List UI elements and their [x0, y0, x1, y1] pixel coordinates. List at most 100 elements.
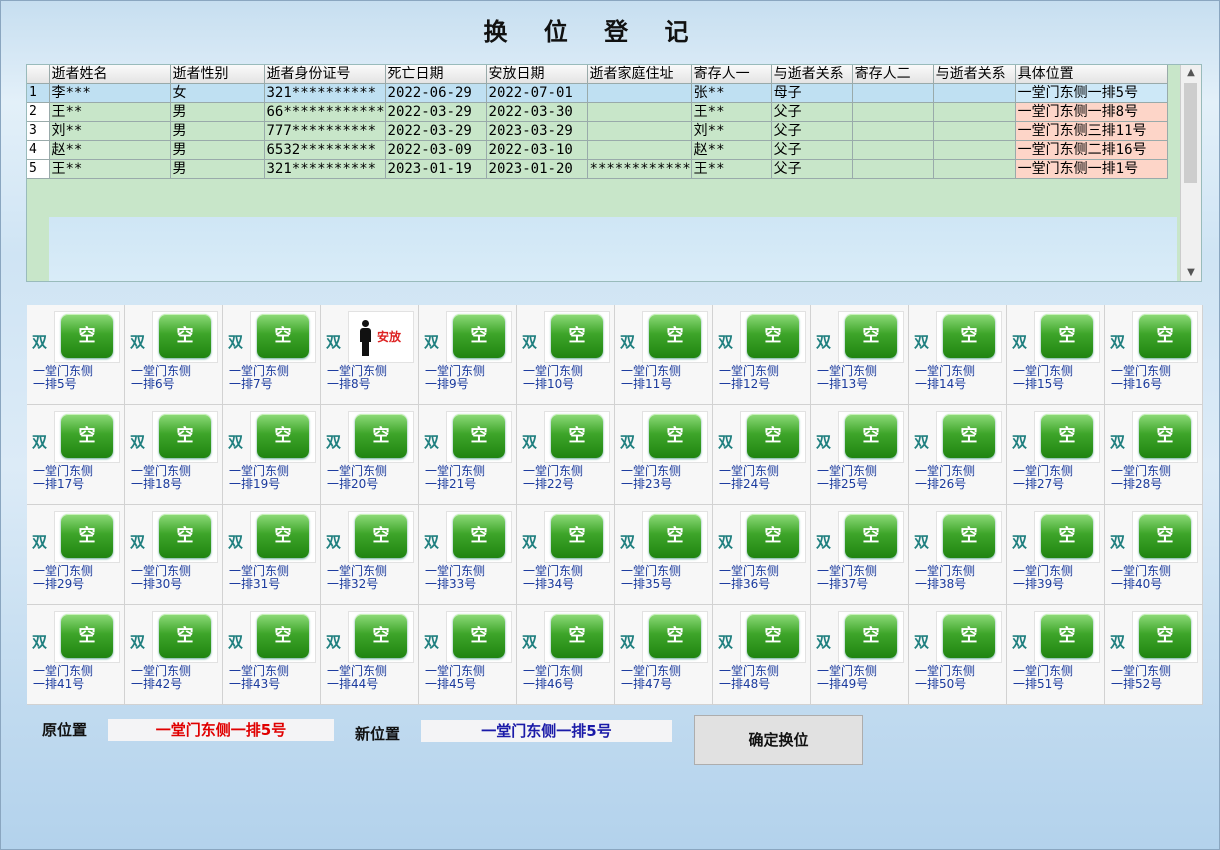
seat-status-image[interactable]: 空: [740, 411, 806, 463]
empty-seat-button[interactable]: 空: [355, 414, 407, 458]
seat-cell[interactable]: 双空一堂门东侧 一排46号: [517, 605, 615, 705]
seat-status-image[interactable]: 空: [54, 311, 120, 363]
seat-status-image[interactable]: 空: [1132, 311, 1198, 363]
column-header[interactable]: 与逝者关系: [771, 65, 853, 84]
empty-seat-button[interactable]: 空: [1139, 414, 1191, 458]
seat-status-image[interactable]: 空: [642, 511, 708, 563]
seat-status-image[interactable]: 空: [838, 511, 904, 563]
grid-vertical-scrollbar[interactable]: ▲ ▼: [1180, 65, 1201, 281]
empty-seat-button[interactable]: 空: [159, 414, 211, 458]
empty-seat-button[interactable]: 空: [845, 514, 897, 558]
seat-cell[interactable]: 双空一堂门东侧 一排18号: [125, 405, 223, 505]
empty-seat-button[interactable]: 空: [747, 514, 799, 558]
seat-status-image[interactable]: 空: [544, 611, 610, 663]
seat-status-image[interactable]: 空: [446, 311, 512, 363]
table-row[interactable]: 2 王** 男 66************ 2022-03-29 2022-03-30 王…: [27, 102, 1168, 122]
empty-seat-button[interactable]: 空: [649, 414, 701, 458]
scroll-down-arrow-icon[interactable]: ▼: [1181, 265, 1201, 281]
confirm-swap-button[interactable]: 确定换位: [694, 715, 863, 765]
seat-status-image[interactable]: 空: [936, 311, 1002, 363]
empty-seat-button[interactable]: 空: [61, 514, 113, 558]
seat-cell[interactable]: 双空一堂门东侧 一排19号: [223, 405, 321, 505]
seat-status-image[interactable]: 空: [838, 611, 904, 663]
seat-status-image[interactable]: 空: [250, 511, 316, 563]
empty-seat-button[interactable]: 空: [61, 414, 113, 458]
seat-status-image[interactable]: 空: [642, 411, 708, 463]
empty-seat-button[interactable]: 空: [943, 314, 995, 358]
seat-status-image[interactable]: 空: [446, 511, 512, 563]
empty-seat-button[interactable]: 空: [1041, 614, 1093, 658]
seat-status-image[interactable]: 空: [838, 411, 904, 463]
seat-status-image[interactable]: 空: [54, 411, 120, 463]
seat-cell[interactable]: 双空一堂门东侧 一排9号: [419, 305, 517, 405]
seat-cell[interactable]: 双空一堂门东侧 一排31号: [223, 505, 321, 605]
column-header[interactable]: 与逝者关系: [933, 65, 1016, 84]
seat-cell[interactable]: 双空一堂门东侧 一排12号: [713, 305, 811, 405]
empty-seat-button[interactable]: 空: [943, 414, 995, 458]
empty-seat-button[interactable]: 空: [551, 614, 603, 658]
empty-seat-button[interactable]: 空: [453, 314, 505, 358]
column-header[interactable]: 逝者身份证号: [264, 65, 386, 84]
seat-status-image[interactable]: 空: [1132, 511, 1198, 563]
empty-seat-button[interactable]: 空: [159, 514, 211, 558]
table-row[interactable]: 1 李*** 女 321********** 2022-06-29 2022-07-01 张…: [27, 83, 1168, 103]
seat-status-image[interactable]: 空: [348, 411, 414, 463]
seat-status-image[interactable]: 空: [152, 311, 218, 363]
column-header[interactable]: 逝者姓名: [49, 65, 171, 84]
empty-seat-button[interactable]: 空: [747, 314, 799, 358]
seat-cell[interactable]: 双空一堂门东侧 一排40号: [1105, 505, 1203, 605]
seat-status-image[interactable]: 空: [446, 611, 512, 663]
empty-seat-button[interactable]: 空: [747, 414, 799, 458]
empty-seat-button[interactable]: 空: [453, 614, 505, 658]
seat-status-image[interactable]: 空: [740, 511, 806, 563]
seat-cell[interactable]: 双空一堂门东侧 一排17号: [27, 405, 125, 505]
seat-status-image[interactable]: 空: [152, 411, 218, 463]
original-position-field[interactable]: 一堂门东侧一排5号: [108, 719, 334, 741]
seat-cell[interactable]: 双空一堂门东侧 一排44号: [321, 605, 419, 705]
seat-cell[interactable]: 双空一堂门东侧 一排6号: [125, 305, 223, 405]
empty-seat-button[interactable]: 空: [159, 314, 211, 358]
column-header[interactable]: 安放日期: [486, 65, 588, 84]
seat-cell[interactable]: 双空一堂门东侧 一排21号: [419, 405, 517, 505]
seat-status-image[interactable]: 安放: [348, 311, 414, 363]
seat-cell[interactable]: 双空一堂门东侧 一排11号: [615, 305, 713, 405]
seat-status-image[interactable]: 空: [1034, 311, 1100, 363]
seat-status-image[interactable]: 空: [1132, 411, 1198, 463]
seat-cell[interactable]: 双空一堂门东侧 一排15号: [1007, 305, 1105, 405]
empty-seat-button[interactable]: 空: [943, 614, 995, 658]
records-grid[interactable]: 逝者姓名 逝者性别 逝者身份证号 死亡日期 安放日期 逝者家庭住址 寄存人一 与逝者关系 寄存人…: [26, 64, 1202, 282]
seat-status-image[interactable]: 空: [740, 611, 806, 663]
empty-seat-button[interactable]: 空: [1139, 614, 1191, 658]
seat-status-image[interactable]: 空: [838, 311, 904, 363]
column-header[interactable]: 逝者性别: [170, 65, 265, 84]
seat-cell[interactable]: 双空一堂门东侧 一排39号: [1007, 505, 1105, 605]
empty-seat-button[interactable]: 空: [257, 414, 309, 458]
seat-cell[interactable]: 双空一堂门东侧 一排26号: [909, 405, 1007, 505]
column-header[interactable]: 逝者家庭住址: [587, 65, 692, 84]
table-row[interactable]: 4 赵** 男 6532********* 2022-03-09 2022-03-10 赵*…: [27, 140, 1168, 160]
scroll-thumb[interactable]: [1184, 83, 1197, 183]
empty-seat-button[interactable]: 空: [649, 514, 701, 558]
table-row[interactable]: 5 王** 男 321********** 2023-01-19 2023-01-20 **…: [27, 159, 1168, 179]
empty-seat-button[interactable]: 空: [649, 314, 701, 358]
seat-status-image[interactable]: 空: [54, 611, 120, 663]
seat-status-image[interactable]: 空: [544, 511, 610, 563]
seat-status-image[interactable]: 空: [250, 611, 316, 663]
empty-seat-button[interactable]: 空: [747, 614, 799, 658]
seat-status-image[interactable]: 空: [544, 311, 610, 363]
empty-seat-button[interactable]: 空: [551, 314, 603, 358]
seat-status-image[interactable]: 空: [936, 411, 1002, 463]
seat-cell[interactable]: 双空一堂门东侧 一排29号: [27, 505, 125, 605]
seat-status-image[interactable]: 空: [348, 511, 414, 563]
seat-status-image[interactable]: 空: [1034, 411, 1100, 463]
empty-seat-button[interactable]: 空: [845, 414, 897, 458]
seat-cell[interactable]: 双空一堂门东侧 一排25号: [811, 405, 909, 505]
seat-status-image[interactable]: 空: [642, 611, 708, 663]
empty-seat-button[interactable]: 空: [551, 414, 603, 458]
empty-seat-button[interactable]: 空: [943, 514, 995, 558]
empty-seat-button[interactable]: 空: [1041, 514, 1093, 558]
new-position-field[interactable]: 一堂门东侧一排5号: [421, 720, 672, 742]
seat-status-image[interactable]: 空: [250, 411, 316, 463]
seat-status-image[interactable]: 空: [740, 311, 806, 363]
empty-seat-button[interactable]: 空: [257, 514, 309, 558]
